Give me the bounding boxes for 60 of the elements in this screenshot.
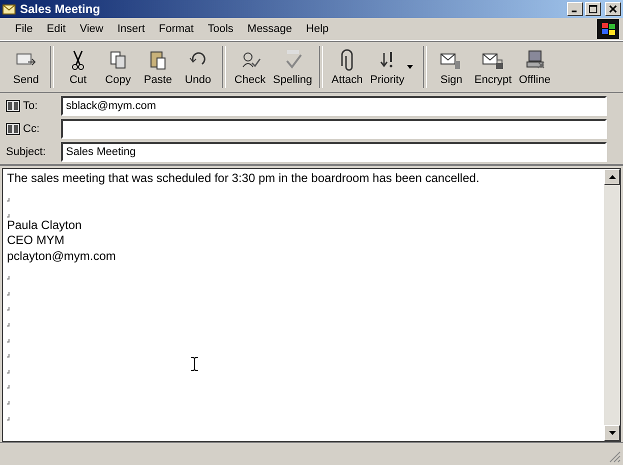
envelope-icon [2, 2, 16, 16]
paragraph-mark-icon [7, 307, 10, 312]
close-icon [609, 5, 617, 13]
toolbar-button[interactable]: Encrypt [471, 48, 515, 86]
resize-grip-icon[interactable] [609, 451, 621, 463]
paragraph-mark-icon [7, 385, 10, 390]
menu-item[interactable]: File [8, 21, 40, 37]
close-button[interactable] [605, 2, 621, 16]
field-label: Cc: [23, 123, 40, 135]
input-field[interactable]: sblack@mym.com [61, 96, 607, 116]
paragraph-mark-icon [7, 370, 10, 374]
text-cursor-icon [191, 357, 198, 371]
toolbar-button[interactable]: Cut [58, 48, 98, 86]
toolbar-button[interactable]: Undo [178, 48, 218, 86]
menu-item[interactable]: Help [299, 21, 336, 37]
menu-item[interactable]: Insert [110, 21, 152, 37]
paragraph-mark-icon [7, 292, 10, 296]
maximize-icon [588, 4, 598, 14]
address-book-icon[interactable] [6, 100, 20, 112]
menu-item[interactable]: Message [240, 21, 300, 37]
body-text: pclayton@mym.com [7, 248, 117, 265]
paragraph-mark-icon [7, 338, 10, 343]
input-field[interactable] [61, 119, 607, 139]
menu-item[interactable]: Edit [40, 21, 73, 37]
body-text: CEO MYM [7, 233, 66, 249]
up-arrow-icon [608, 175, 616, 179]
menu-item[interactable]: Tools [200, 21, 240, 37]
scroll-down-button[interactable] [604, 425, 620, 441]
paragraph-mark-icon [7, 198, 10, 202]
windows-logo-icon [597, 19, 619, 39]
down-arrow-icon [608, 431, 616, 435]
paragraph-mark-icon [7, 322, 10, 327]
toolbar-button[interactable]: Attach [327, 48, 368, 86]
field-label: Subject: [6, 146, 46, 158]
body-text: Paula Clayton [7, 218, 83, 234]
body-text: The sales meeting that was scheduled for 3:30 pm in the boardroom has been cancelled. [7, 171, 480, 187]
paragraph-mark-icon [7, 416, 10, 420]
toolbar-button[interactable]: Check [230, 48, 270, 86]
vertical-scrollbar[interactable] [604, 169, 620, 441]
maximize-button[interactable] [585, 2, 601, 16]
toolbar-button[interactable]: Paste [138, 48, 178, 86]
field-label: To: [23, 100, 38, 112]
paragraph-mark-icon [7, 214, 10, 218]
menu-item[interactable]: View [72, 21, 110, 37]
input-field[interactable]: Sales Meeting [61, 142, 607, 162]
toolbar-button[interactable]: Sign [431, 48, 472, 86]
window-title: Sales Meeting [20, 2, 100, 16]
toolbar-button[interactable]: Send [6, 48, 46, 86]
menu-item[interactable]: Format [152, 21, 201, 37]
paragraph-mark-icon [7, 354, 10, 358]
toolbar-button[interactable]: Offline [514, 48, 555, 86]
toolbar-button[interactable]: Spelling [270, 48, 316, 86]
paragraph-mark-icon [7, 276, 10, 280]
scroll-up-button[interactable] [604, 169, 620, 185]
minimize-button[interactable] [567, 2, 583, 16]
toolbar-button[interactable]: Priority [367, 48, 408, 86]
address-book-icon[interactable] [6, 123, 20, 135]
dropdown-arrow-icon[interactable] [407, 65, 414, 69]
toolbar-button[interactable]: Copy [98, 48, 138, 86]
paragraph-mark-icon [7, 400, 10, 405]
